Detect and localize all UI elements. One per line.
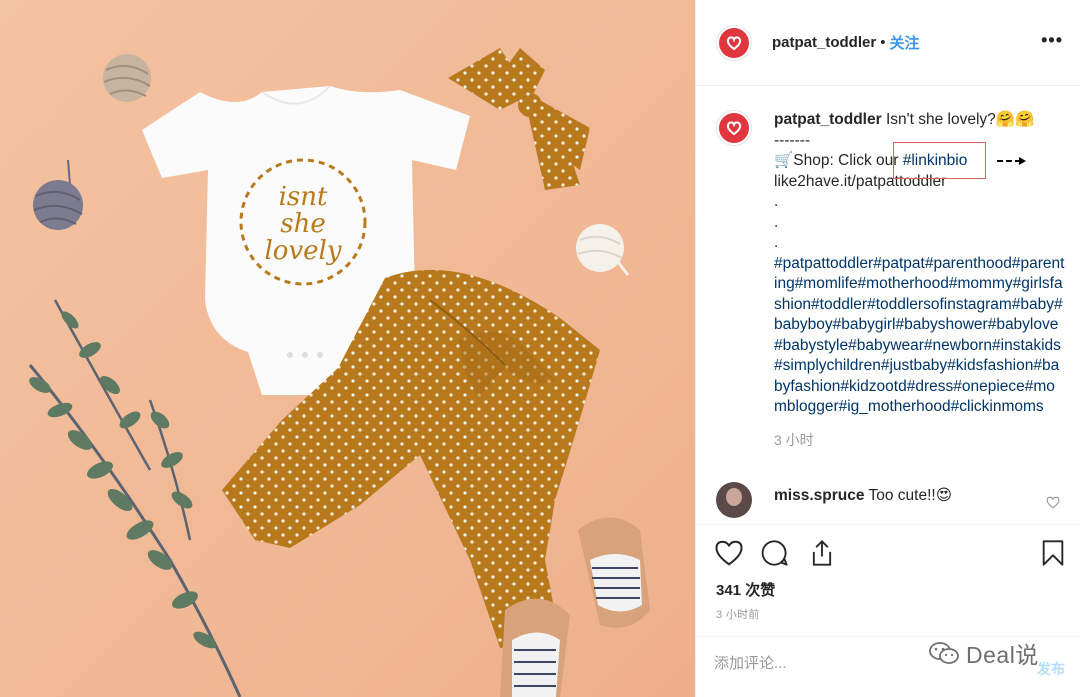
separator-dot: •	[880, 34, 886, 51]
post-header: patpat_toddler • 关注 •••	[696, 0, 1080, 86]
commenter-avatar[interactable]	[716, 482, 752, 518]
comment-text: miss.spruce Too cute!!😍	[774, 486, 952, 505]
hashtag-block[interactable]: #patpattoddler#patpat#parenthood#parenti…	[774, 254, 1066, 418]
highlight-frame	[892, 142, 986, 179]
onesie-text-line2: she	[280, 209, 325, 239]
comment-input[interactable]	[714, 655, 964, 672]
caption-timestamp: 3 小时	[774, 431, 814, 448]
product-flatlay-image: isnt she lovely	[0, 0, 695, 697]
follow-button[interactable]: 关注	[889, 32, 919, 53]
caption-dot-2: .	[774, 213, 779, 231]
comment-bubble-icon[interactable]	[760, 539, 790, 567]
watermark: Deal说	[928, 636, 1039, 670]
caption-dot-1: .	[774, 193, 779, 210]
arrow-right-icon	[996, 156, 1026, 165]
like-heart-icon[interactable]	[714, 539, 744, 567]
publish-button[interactable]: 发布	[1037, 659, 1065, 679]
onesie-text-line1: isnt	[279, 182, 328, 212]
wechat-logo-icon	[929, 642, 959, 664]
caption-avatar[interactable]	[716, 110, 752, 146]
caption-username[interactable]: patpat_toddler	[774, 111, 882, 128]
comment-body: Too cute!!😍	[868, 487, 952, 504]
caption-dot-3: .	[774, 234, 779, 251]
bookmark-icon[interactable]	[1041, 539, 1065, 567]
post-photo[interactable]: isnt she lovely	[0, 0, 695, 697]
post-sidebar: patpat_toddler • 关注 ••• patpat_toddler I…	[695, 0, 1080, 697]
linkinbio-highlight: #linkinbio	[892, 142, 986, 179]
commenter-username[interactable]: miss.spruce	[774, 487, 864, 504]
share-icon[interactable]	[808, 539, 836, 567]
post-author-username[interactable]: patpat_toddler	[772, 34, 876, 51]
profile-avatar[interactable]	[716, 24, 752, 61]
watermark-text: Deal说	[966, 642, 1039, 668]
more-options-icon[interactable]: •••	[1041, 31, 1063, 49]
post-timestamp: 3 小时前	[716, 609, 760, 621]
caption-title: Isn't she lovely?🤗🤗	[885, 111, 1035, 128]
shop-prefix: 🛒Shop: Click our	[774, 152, 903, 169]
onesie-text-line3: lovely	[264, 236, 341, 266]
patpat-logo-icon	[726, 35, 742, 50]
caption-text: patpat_toddler Isn't she lovely?🤗🤗 -----…	[774, 110, 1066, 450]
comment-like-heart-icon[interactable]	[1046, 496, 1060, 509]
comment-item: miss.spruce Too cute!!😍	[716, 482, 1066, 518]
caption-shop-line: 🛒Shop: Click our #linkinbio	[774, 142, 1066, 179]
like-count[interactable]: 341 次赞	[716, 579, 775, 600]
post-actions: 341 次赞 3 小时前	[696, 524, 1080, 636]
yarn-ball-tan	[103, 54, 151, 102]
patpat-logo-icon	[726, 121, 742, 136]
